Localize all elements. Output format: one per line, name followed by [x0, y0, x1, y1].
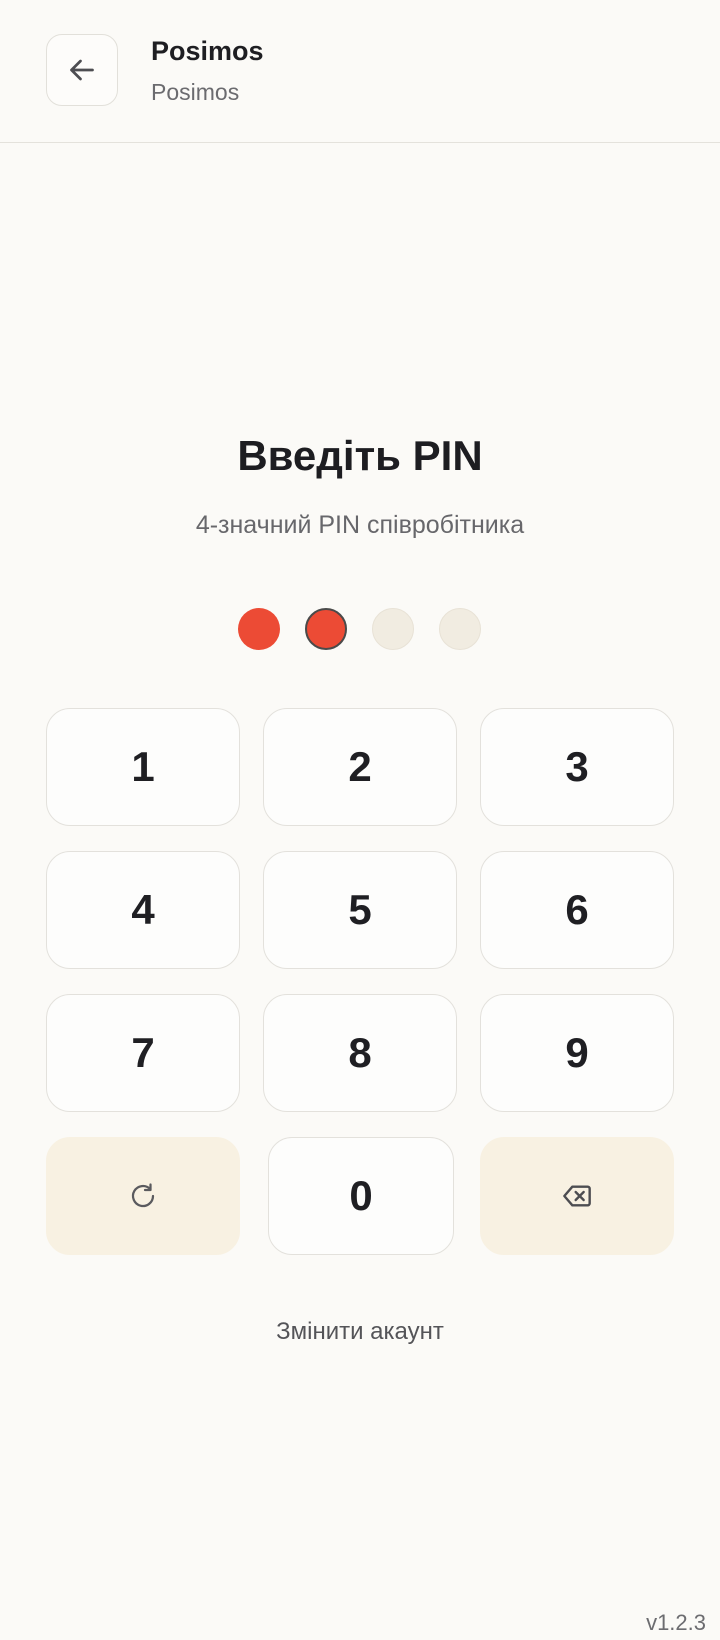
key-2[interactable]: 2 — [263, 708, 457, 826]
key-0[interactable]: 0 — [268, 1137, 454, 1255]
key-1[interactable]: 1 — [46, 708, 240, 826]
switch-account-link[interactable]: Змінити акаунт — [0, 1318, 720, 1346]
key-9[interactable]: 9 — [480, 994, 674, 1112]
refresh-button[interactable] — [46, 1137, 240, 1255]
key-7[interactable]: 7 — [46, 994, 240, 1112]
pin-dot-3 — [372, 608, 414, 650]
pin-indicator — [0, 608, 720, 652]
key-4[interactable]: 4 — [46, 851, 240, 969]
numeric-keypad: 1 2 3 4 5 6 7 8 9 0 — [46, 708, 674, 1256]
app-subtitle: Posimos — [151, 79, 240, 105]
key-3[interactable]: 3 — [480, 708, 674, 826]
key-8[interactable]: 8 — [263, 994, 457, 1112]
top-app-bar: Posimos Posimos — [0, 0, 720, 143]
backspace-button[interactable] — [480, 1137, 674, 1255]
pin-dot-1 — [238, 608, 280, 650]
pin-title: Введіть PIN — [237, 432, 483, 479]
backspace-icon — [563, 1185, 591, 1207]
arrow-left-icon — [70, 59, 94, 81]
key-5[interactable]: 5 — [263, 851, 457, 969]
app-title: Posimos — [151, 36, 264, 66]
back-button[interactable] — [46, 34, 118, 106]
refresh-icon — [131, 1183, 155, 1208]
pin-subtitle: 4-значний PIN співробітника — [195, 511, 525, 539]
app-version: v1.2.3 — [646, 1610, 706, 1635]
pin-dot-4 — [439, 608, 481, 650]
key-6[interactable]: 6 — [480, 851, 674, 969]
pin-dot-2 — [305, 608, 347, 650]
